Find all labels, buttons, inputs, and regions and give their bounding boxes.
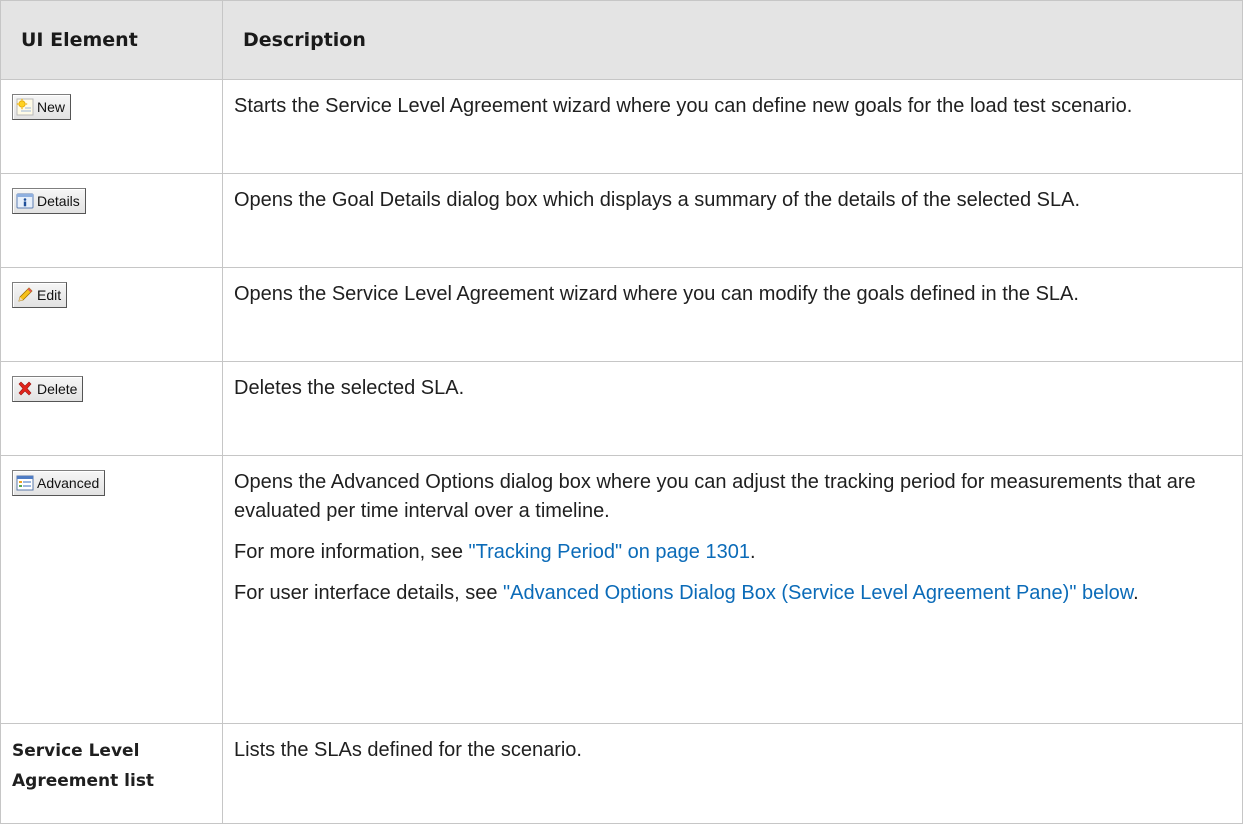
advanced-description: Opens the Advanced Options dialog box wh…: [234, 471, 1196, 522]
delete-button[interactable]: Delete: [12, 376, 84, 402]
new-description: Starts the Service Level Agreement wizar…: [234, 95, 1133, 117]
sla-list-label: Service Level Agreement list: [0, 723, 223, 824]
details-description: Opens the Goal Details dialog box which …: [234, 189, 1081, 211]
info-details-icon: [16, 193, 34, 209]
table-row: Edit Opens the Service Level Agreement w…: [0, 267, 1243, 362]
ui-details-suffix: .: [1133, 582, 1139, 604]
more-info-suffix: .: [749, 541, 756, 563]
advanced-options-dialog-link[interactable]: "Advanced Options Dialog Box (Service Le…: [503, 582, 1133, 604]
column-header-ui-element: UI Element: [0, 0, 223, 80]
table-row: Details Opens the Goal Details dialog bo…: [0, 173, 1243, 268]
red-x-delete-icon: [18, 381, 32, 396]
table-row: Service Level Agreement list Lists the S…: [0, 723, 1243, 824]
edit-description: Opens the Service Level Agreement wizard…: [234, 283, 1079, 305]
table-row: New Starts the Service Level Agreement w…: [0, 79, 1243, 174]
delete-button-label: Delete: [37, 380, 78, 397]
sla-list-description: Lists the SLAs defined for the scenario.: [234, 739, 582, 761]
ui-details-prefix: For user interface details, see: [234, 582, 504, 604]
ui-elements-table: UI Element Description New Starts the Se…: [0, 0, 1243, 824]
column-header-description: Description: [222, 0, 1243, 80]
table-row: Advanced Opens the Advanced Options dial…: [0, 455, 1243, 724]
advanced-button-label: Advanced: [37, 474, 100, 491]
edit-button[interactable]: Edit: [12, 282, 68, 308]
table-row: Delete Deletes the selected SLA.: [0, 361, 1243, 456]
delete-description: Deletes the selected SLA.: [234, 377, 465, 399]
sun-new-icon: [16, 98, 34, 116]
tracking-period-link[interactable]: "Tracking Period" on page 1301: [469, 541, 750, 563]
pencil-edit-icon: [18, 287, 33, 302]
table-header-row: UI Element Description: [0, 0, 1243, 80]
details-button-label: Details: [37, 192, 80, 209]
new-button-label: New: [37, 98, 66, 115]
advanced-button[interactable]: Advanced: [12, 470, 106, 496]
ui-details-paragraph: For user interface details, see "Advance…: [234, 579, 1224, 608]
edit-button-label: Edit: [37, 286, 62, 303]
details-button[interactable]: Details: [12, 188, 86, 214]
more-info-prefix: For more information, see: [234, 541, 469, 563]
advanced-options-icon: [16, 475, 34, 491]
new-button[interactable]: New: [12, 94, 72, 120]
more-info-paragraph: For more information, see "Tracking Peri…: [234, 538, 1224, 567]
